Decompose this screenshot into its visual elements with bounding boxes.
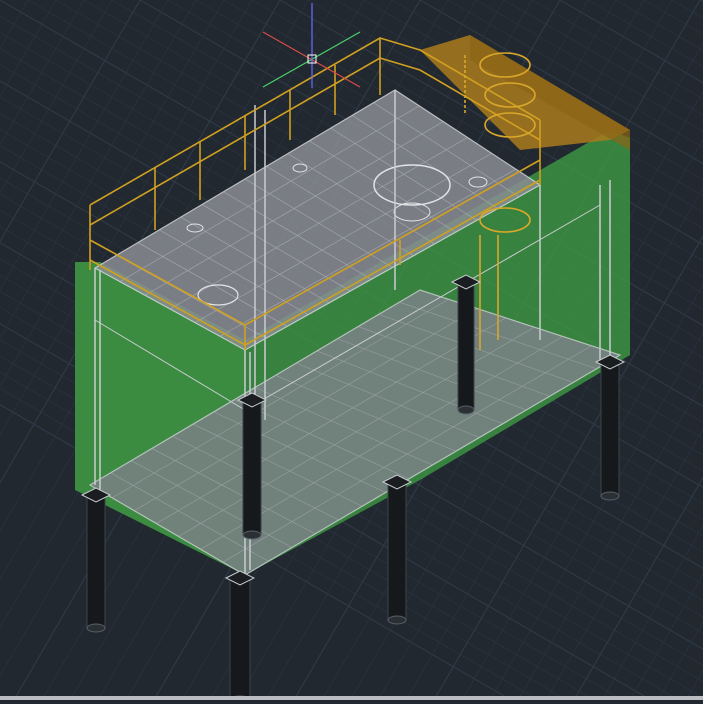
grid-line bbox=[629, 573, 703, 701]
leg-base bbox=[600, 491, 620, 501]
leg-base bbox=[387, 615, 407, 625]
support-leg bbox=[86, 494, 106, 629]
leg-base bbox=[242, 530, 262, 540]
grid-line bbox=[0, 0, 57, 98]
support-leg bbox=[242, 399, 262, 536]
support-leg bbox=[229, 577, 251, 701]
status-bar-edge bbox=[0, 696, 703, 700]
support-leg bbox=[600, 361, 620, 497]
grid-line bbox=[685, 669, 703, 701]
ucs-icon bbox=[262, 3, 361, 88]
grid-line bbox=[643, 0, 703, 35]
model-viewport[interactable] bbox=[0, 0, 703, 704]
leg-base bbox=[86, 623, 106, 633]
grid-line bbox=[671, 0, 703, 19]
support-leg bbox=[457, 281, 475, 411]
support-leg bbox=[387, 481, 407, 621]
leg-base bbox=[457, 405, 475, 415]
